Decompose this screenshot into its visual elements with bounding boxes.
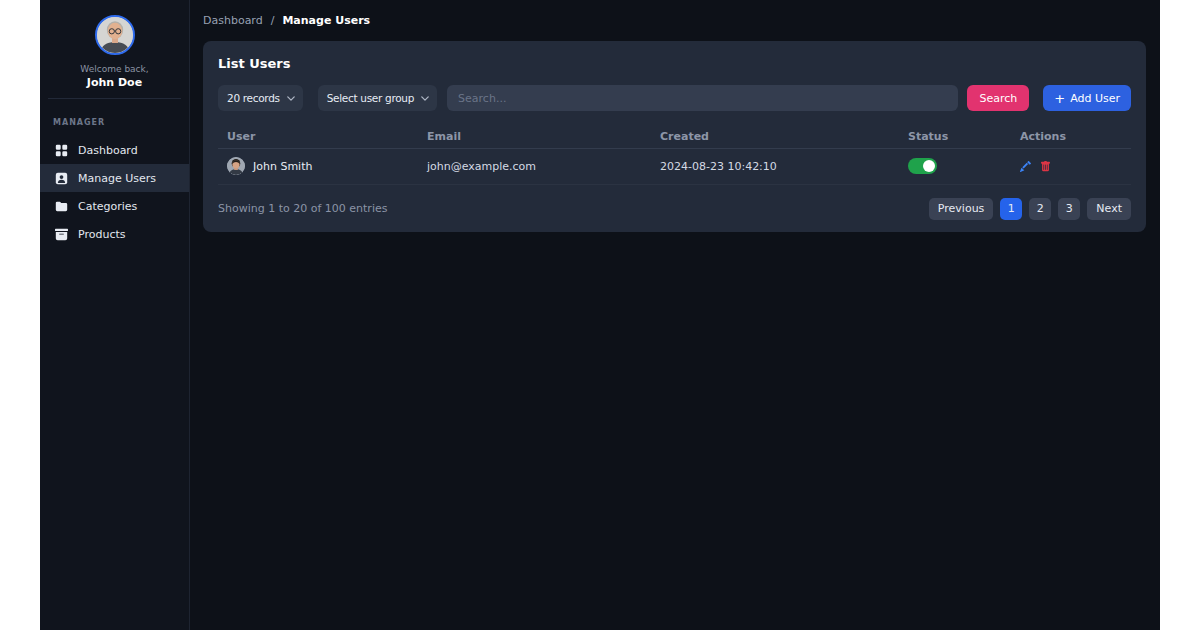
profile-block: Welcome back, John Doe xyxy=(40,0,189,89)
user-name: John Smith xyxy=(253,160,312,173)
add-user-label: Add User xyxy=(1070,92,1120,105)
folder-icon xyxy=(55,200,68,213)
user-cell: John Smith xyxy=(227,157,418,175)
col-header-actions: Actions xyxy=(1011,125,1131,148)
app-window: Welcome back, John Doe MANAGER Dashboard… xyxy=(40,0,1160,630)
col-header-created: Created xyxy=(651,125,899,148)
chevron-down-icon xyxy=(287,96,295,101)
showing-entries-text: Showing 1 to 20 of 100 entries xyxy=(218,202,387,215)
grid-icon xyxy=(55,144,68,157)
row-avatar xyxy=(227,157,245,175)
sidebar-nav: Dashboard Manage Users Categories Produc… xyxy=(40,136,189,248)
user-badge-icon xyxy=(55,172,68,185)
section-label: MANAGER xyxy=(53,118,189,127)
records-select[interactable]: 20 records xyxy=(218,85,303,111)
sidebar-item-label: Categories xyxy=(78,200,137,213)
col-header-user: User xyxy=(218,125,418,148)
sidebar-divider xyxy=(48,98,181,99)
sidebar: Welcome back, John Doe MANAGER Dashboard… xyxy=(40,0,190,630)
list-users-card: List Users 20 records Select user group … xyxy=(203,41,1146,232)
add-user-button[interactable]: + Add User xyxy=(1043,85,1131,111)
breadcrumb-separator: / xyxy=(271,14,275,27)
main-content: Dashboard / Manage Users List Users 20 r… xyxy=(190,0,1160,630)
user-group-select-value: Select user group xyxy=(327,92,414,104)
table-row: John Smith john@example.com 2024-08-23 1… xyxy=(218,148,1131,184)
pagination-page-2[interactable]: 2 xyxy=(1029,198,1051,220)
breadcrumb-dashboard[interactable]: Dashboard xyxy=(203,14,263,27)
user-email: john@example.com xyxy=(418,148,651,184)
sidebar-item-dashboard[interactable]: Dashboard xyxy=(40,136,189,164)
table-controls: 20 records Select user group Search + Ad… xyxy=(218,85,1131,111)
edit-icon[interactable] xyxy=(1020,161,1031,172)
delete-icon[interactable] xyxy=(1040,161,1051,172)
col-header-status: Status xyxy=(899,125,1011,148)
toggle-knob xyxy=(923,160,935,172)
pagination-previous[interactable]: Previous xyxy=(929,198,994,220)
sidebar-item-label: Dashboard xyxy=(78,144,138,157)
actions-cell xyxy=(1020,161,1131,172)
breadcrumb-current: Manage Users xyxy=(282,14,370,27)
sidebar-item-label: Manage Users xyxy=(78,172,156,185)
col-header-email: Email xyxy=(418,125,651,148)
pagination-next[interactable]: Next xyxy=(1087,198,1131,220)
card-title: List Users xyxy=(218,56,1131,71)
breadcrumb: Dashboard / Manage Users xyxy=(203,14,1160,27)
username: John Doe xyxy=(40,76,189,89)
plus-icon: + xyxy=(1054,92,1065,105)
chevron-down-icon xyxy=(421,96,429,101)
users-table: User Email Created Status Actions xyxy=(218,125,1131,185)
sidebar-item-categories[interactable]: Categories xyxy=(40,192,189,220)
archive-icon xyxy=(55,228,68,241)
sidebar-item-manage-users[interactable]: Manage Users xyxy=(40,164,189,192)
pagination: Previous 1 2 3 Next xyxy=(929,198,1131,220)
search-button[interactable]: Search xyxy=(967,85,1029,111)
sidebar-item-products[interactable]: Products xyxy=(40,220,189,248)
welcome-text: Welcome back, xyxy=(40,64,189,74)
search-input[interactable] xyxy=(447,85,958,111)
pagination-page-3[interactable]: 3 xyxy=(1058,198,1080,220)
records-select-value: 20 records xyxy=(227,92,280,104)
sidebar-item-label: Products xyxy=(78,228,126,241)
user-group-select[interactable]: Select user group xyxy=(318,85,437,111)
status-toggle[interactable] xyxy=(908,158,937,174)
avatar xyxy=(95,15,135,55)
user-created: 2024-08-23 10:42:10 xyxy=(651,148,899,184)
pagination-page-1[interactable]: 1 xyxy=(1000,198,1022,220)
card-footer: Showing 1 to 20 of 100 entries Previous … xyxy=(218,198,1131,220)
